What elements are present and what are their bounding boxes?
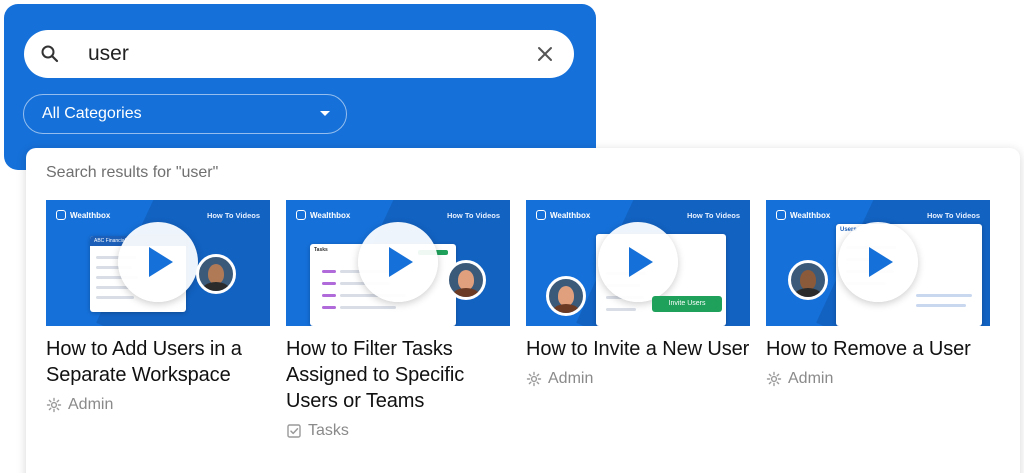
- video-thumbnail[interactable]: Wealthbox How To Videos Invite Users: [526, 200, 750, 326]
- video-category-label: Admin: [548, 370, 594, 387]
- play-icon: [629, 247, 653, 277]
- results-heading: Search results for "user": [46, 164, 219, 181]
- presenter-avatar: [446, 260, 486, 300]
- play-icon: [869, 247, 893, 277]
- category-dropdown[interactable]: All Categories: [23, 94, 347, 134]
- video-thumbnail[interactable]: Wealthbox How To Videos Tasks: [286, 200, 510, 326]
- video-category: Admin: [526, 370, 750, 388]
- video-card[interactable]: Wealthbox How To Videos Tasks How to Fil…: [286, 200, 510, 440]
- play-icon: [149, 247, 173, 277]
- gear-icon: [526, 371, 542, 387]
- video-thumbnail[interactable]: Wealthbox How To Videos Users: [766, 200, 990, 326]
- search-input[interactable]: user: [88, 30, 129, 78]
- search-box[interactable]: user: [24, 30, 574, 78]
- results-panel: Search results for "user" Wealthbox How …: [26, 148, 1020, 473]
- presenter-avatar: [788, 260, 828, 300]
- video-title[interactable]: How to Invite a New User: [526, 336, 750, 362]
- wealthbox-logo: Wealthbox: [296, 210, 350, 220]
- thumbnail-tag: How To Videos: [446, 211, 500, 220]
- video-category-label: Admin: [68, 396, 114, 413]
- video-card[interactable]: Wealthbox How To Videos ABC Financial Ho…: [46, 200, 270, 414]
- thumbnail-tag: How To Videos: [686, 211, 740, 220]
- gear-icon: [46, 397, 62, 413]
- wealthbox-logo: Wealthbox: [776, 210, 830, 220]
- help-search-widget: user All Categories Search results for "…: [0, 0, 1024, 473]
- search-panel: user All Categories: [4, 4, 596, 170]
- video-card[interactable]: Wealthbox How To Videos Invite Users How…: [526, 200, 750, 388]
- video-card[interactable]: Wealthbox How To Videos Users How to Rem…: [766, 200, 990, 388]
- video-title[interactable]: How to Remove a User: [766, 336, 990, 362]
- video-title[interactable]: How to Add Users in a Separate Workspace: [46, 336, 270, 388]
- caret-down-icon: [320, 111, 330, 116]
- play-icon: [389, 247, 413, 277]
- wealthbox-logo: Wealthbox: [56, 210, 110, 220]
- video-thumbnail[interactable]: Wealthbox How To Videos ABC Financial: [46, 200, 270, 326]
- video-category: Tasks: [286, 422, 510, 440]
- play-button[interactable]: [118, 222, 198, 302]
- play-button[interactable]: [838, 222, 918, 302]
- invite-users-button: Invite Users: [652, 296, 722, 312]
- video-category-label: Admin: [788, 370, 834, 387]
- presenter-avatar: [546, 276, 586, 316]
- presenter-avatar: [196, 254, 236, 294]
- wealthbox-logo: Wealthbox: [536, 210, 590, 220]
- checkbox-icon: [287, 424, 301, 438]
- video-category-label: Tasks: [308, 422, 349, 439]
- video-title[interactable]: How to Filter Tasks Assigned to Specific…: [286, 336, 510, 414]
- video-category: Admin: [766, 370, 990, 388]
- thumbnail-tag: How To Videos: [206, 211, 260, 220]
- gear-icon: [766, 371, 782, 387]
- close-icon[interactable]: [536, 45, 554, 63]
- video-category: Admin: [46, 396, 270, 414]
- search-icon: [41, 45, 59, 63]
- thumbnail-tag: How To Videos: [926, 211, 980, 220]
- play-button[interactable]: [358, 222, 438, 302]
- category-dropdown-label: All Categories: [42, 105, 142, 122]
- play-button[interactable]: [598, 222, 678, 302]
